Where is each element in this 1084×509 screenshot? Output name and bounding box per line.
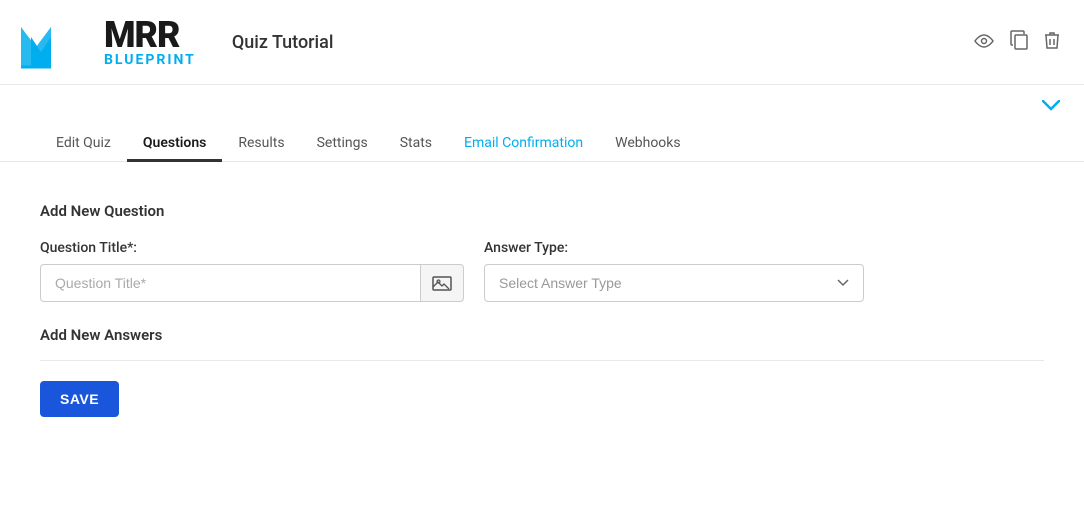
tab-results[interactable]: Results	[222, 125, 300, 161]
logo-mrr: MRR	[104, 17, 196, 53]
question-form-row: Question Title*: Answer Type: Select Ans…	[40, 240, 1044, 302]
add-question-title: Add New Question	[40, 202, 1044, 220]
question-title-group: Question Title*:	[40, 240, 464, 302]
question-title-label: Question Title*:	[40, 240, 464, 256]
logo-text: MRR BLUEPRINT	[104, 17, 196, 67]
nav-tabs: Edit Quiz Questions Results Settings Sta…	[0, 125, 1084, 162]
answer-type-group: Answer Type: Select Answer Type Single C…	[484, 240, 864, 302]
logo-icon	[16, 12, 96, 72]
tab-settings[interactable]: Settings	[301, 125, 384, 161]
answer-type-select[interactable]: Select Answer Type Single Choice Multipl…	[484, 264, 864, 302]
header: MRR BLUEPRINT Quiz Tutorial	[0, 0, 1084, 85]
save-button[interactable]: SAVE	[40, 381, 119, 417]
tab-questions[interactable]: Questions	[127, 125, 222, 161]
question-title-input[interactable]	[40, 264, 420, 302]
main-content: Add New Question Question Title*: Answer…	[0, 182, 1084, 437]
chevron-row	[0, 85, 1084, 125]
header-left: MRR BLUEPRINT Quiz Tutorial	[16, 12, 333, 72]
tab-edit-quiz[interactable]: Edit Quiz	[40, 125, 127, 161]
question-input-wrapper	[40, 264, 464, 302]
answer-type-label: Answer Type:	[484, 240, 864, 256]
tab-stats[interactable]: Stats	[384, 125, 448, 161]
page-title: Quiz Tutorial	[232, 32, 334, 53]
tab-webhooks[interactable]: Webhooks	[599, 125, 697, 161]
logo-blueprint: BLUEPRINT	[104, 53, 196, 67]
add-answers-title: Add New Answers	[40, 326, 1044, 344]
eye-icon[interactable]	[974, 32, 994, 53]
chevron-down-icon[interactable]	[1042, 93, 1060, 117]
copy-icon[interactable]	[1010, 30, 1028, 55]
trash-icon[interactable]	[1044, 30, 1060, 55]
answers-divider	[40, 360, 1044, 361]
answers-section: Add New Answers	[40, 326, 1044, 361]
tab-email-confirmation[interactable]: Email Confirmation	[448, 125, 599, 161]
image-upload-button[interactable]	[420, 264, 464, 302]
header-icons	[974, 30, 1060, 55]
logo-container: MRR BLUEPRINT	[16, 12, 196, 72]
